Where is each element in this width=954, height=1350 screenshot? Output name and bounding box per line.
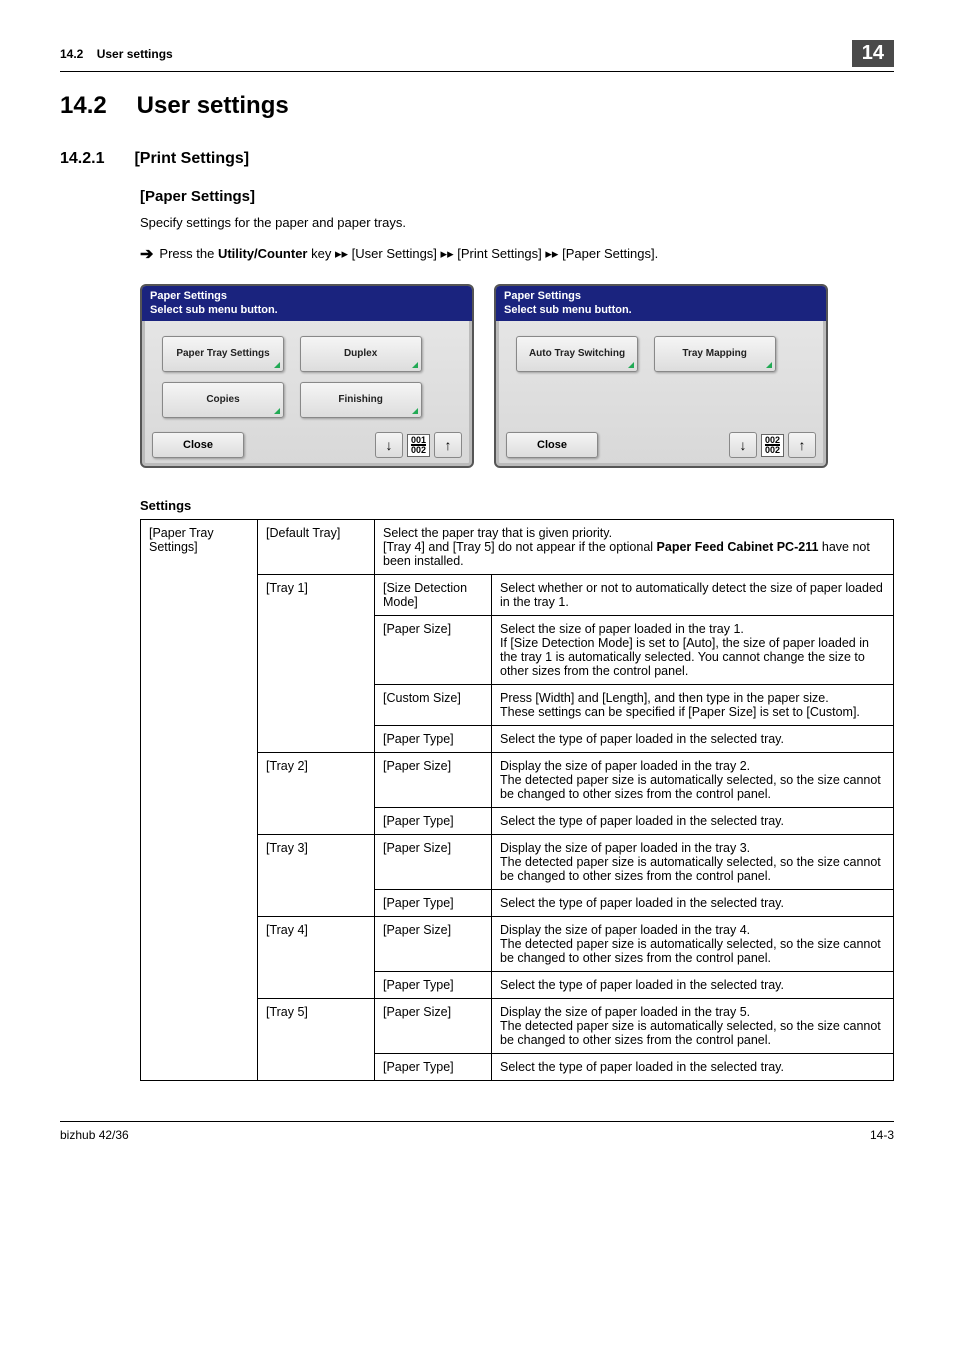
header-title: User settings [97, 47, 173, 61]
arrow-icon: ➔ [140, 244, 153, 264]
cell: [Tray 4] [258, 917, 375, 999]
cell: [Paper Size] [375, 917, 492, 972]
settings-heading: Settings [140, 498, 894, 513]
panel-1-body: Paper Tray Settings Duplex Copies Finish… [142, 321, 472, 433]
cell: Select the type of paper loaded in the s… [492, 808, 894, 835]
cell: Display the size of paper loaded in the … [492, 917, 894, 972]
cell: [Default Tray] [258, 520, 375, 575]
paper-tray-settings-button[interactable]: Paper Tray Settings [162, 336, 284, 372]
cell: Select the size of paper loaded in the t… [492, 616, 894, 685]
cell: [Tray 3] [258, 835, 375, 917]
cell: [Paper Size] [375, 753, 492, 808]
h1-text: User settings [137, 92, 289, 119]
cell: Select the type of paper loaded in the s… [492, 890, 894, 917]
panel-2: Paper Settings Select sub menu button. A… [494, 284, 828, 468]
panel-2-footer: Close ↓ 002 002 ↑ [506, 432, 816, 458]
cell: [Paper Size] [375, 616, 492, 685]
intro-text: Specify settings for the paper and paper… [140, 215, 894, 230]
cell: Press [Width] and [Length], and then typ… [492, 685, 894, 726]
heading-2: 14.2.1 [Print Settings] [60, 150, 894, 168]
cell: Select the paper tray that is given prio… [375, 520, 894, 575]
duplex-button[interactable]: Duplex [300, 336, 422, 372]
page-indicator: 001 002 [407, 434, 430, 457]
h1-num: 14.2 [60, 92, 130, 120]
cell: [Paper Size] [375, 835, 492, 890]
auto-tray-switching-button[interactable]: Auto Tray Switching [516, 336, 638, 372]
cell: [Paper Type] [375, 890, 492, 917]
pager: ↓ 002 002 ↑ [729, 432, 816, 458]
cell: Select the type of paper loaded in the s… [492, 726, 894, 753]
heading-1: 14.2 User settings [60, 92, 894, 120]
table-row: [Paper Tray Settings] [Default Tray] Sel… [141, 520, 894, 575]
cell: [Custom Size] [375, 685, 492, 726]
cell: Select the type of paper loaded in the s… [492, 972, 894, 999]
cell: Select the type of paper loaded in the s… [492, 1054, 894, 1081]
panel-2-title: Paper Settings Select sub menu button. [496, 286, 826, 321]
page-indicator: 002 002 [761, 434, 784, 457]
chapter-badge: 14 [852, 40, 894, 67]
header-num: 14.2 [60, 47, 83, 61]
cell: [Tray 5] [258, 999, 375, 1081]
breadcrumb: ➔ Press the Utility/Counter key ▸▸ [User… [140, 244, 894, 264]
cell: [Paper Type] [375, 1054, 492, 1081]
footer-right: 14-3 [870, 1128, 894, 1142]
h2-num: 14.2.1 [60, 150, 130, 168]
pager: ↓ 001 002 ↑ [375, 432, 462, 458]
cell: [Paper Type] [375, 808, 492, 835]
nav-text: Press the Utility/Counter key ▸▸ [User S… [159, 246, 658, 262]
header-section: 14.2 User settings [60, 47, 173, 61]
close-button[interactable]: Close [506, 432, 598, 458]
page-header: 14.2 User settings 14 [60, 40, 894, 72]
tray-mapping-button[interactable]: Tray Mapping [654, 336, 776, 372]
cell: Select whether or not to automatically d… [492, 575, 894, 616]
panel-1: Paper Settings Select sub menu button. P… [140, 284, 474, 468]
page-up-button[interactable]: ↑ [788, 432, 816, 458]
panel-1-footer: Close ↓ 001 002 ↑ [152, 432, 462, 458]
cell: [Paper Size] [375, 999, 492, 1054]
page-down-button[interactable]: ↓ [375, 432, 403, 458]
cell: Display the size of paper loaded in the … [492, 999, 894, 1054]
cell: Display the size of paper loaded in the … [492, 753, 894, 808]
cell: [Paper Tray Settings] [141, 520, 258, 1081]
cell: [Tray 2] [258, 753, 375, 835]
finishing-button[interactable]: Finishing [300, 382, 422, 418]
page-footer: bizhub 42/36 14-3 [60, 1121, 894, 1142]
cell: [Paper Type] [375, 726, 492, 753]
cell: Display the size of paper loaded in the … [492, 835, 894, 890]
cell: [Tray 1] [258, 575, 375, 753]
h2-text: [Print Settings] [134, 150, 249, 167]
cell: [Size Detection Mode] [375, 575, 492, 616]
settings-table: [Paper Tray Settings] [Default Tray] Sel… [140, 519, 894, 1081]
footer-left: bizhub 42/36 [60, 1128, 129, 1142]
panel-1-title: Paper Settings Select sub menu button. [142, 286, 472, 321]
screenshot-panels: Paper Settings Select sub menu button. P… [140, 284, 894, 468]
panel-2-body: Auto Tray Switching Tray Mapping [496, 321, 826, 387]
page-up-button[interactable]: ↑ [434, 432, 462, 458]
heading-3: [Paper Settings] [140, 188, 894, 205]
cell: [Paper Type] [375, 972, 492, 999]
close-button[interactable]: Close [152, 432, 244, 458]
page-down-button[interactable]: ↓ [729, 432, 757, 458]
copies-button[interactable]: Copies [162, 382, 284, 418]
